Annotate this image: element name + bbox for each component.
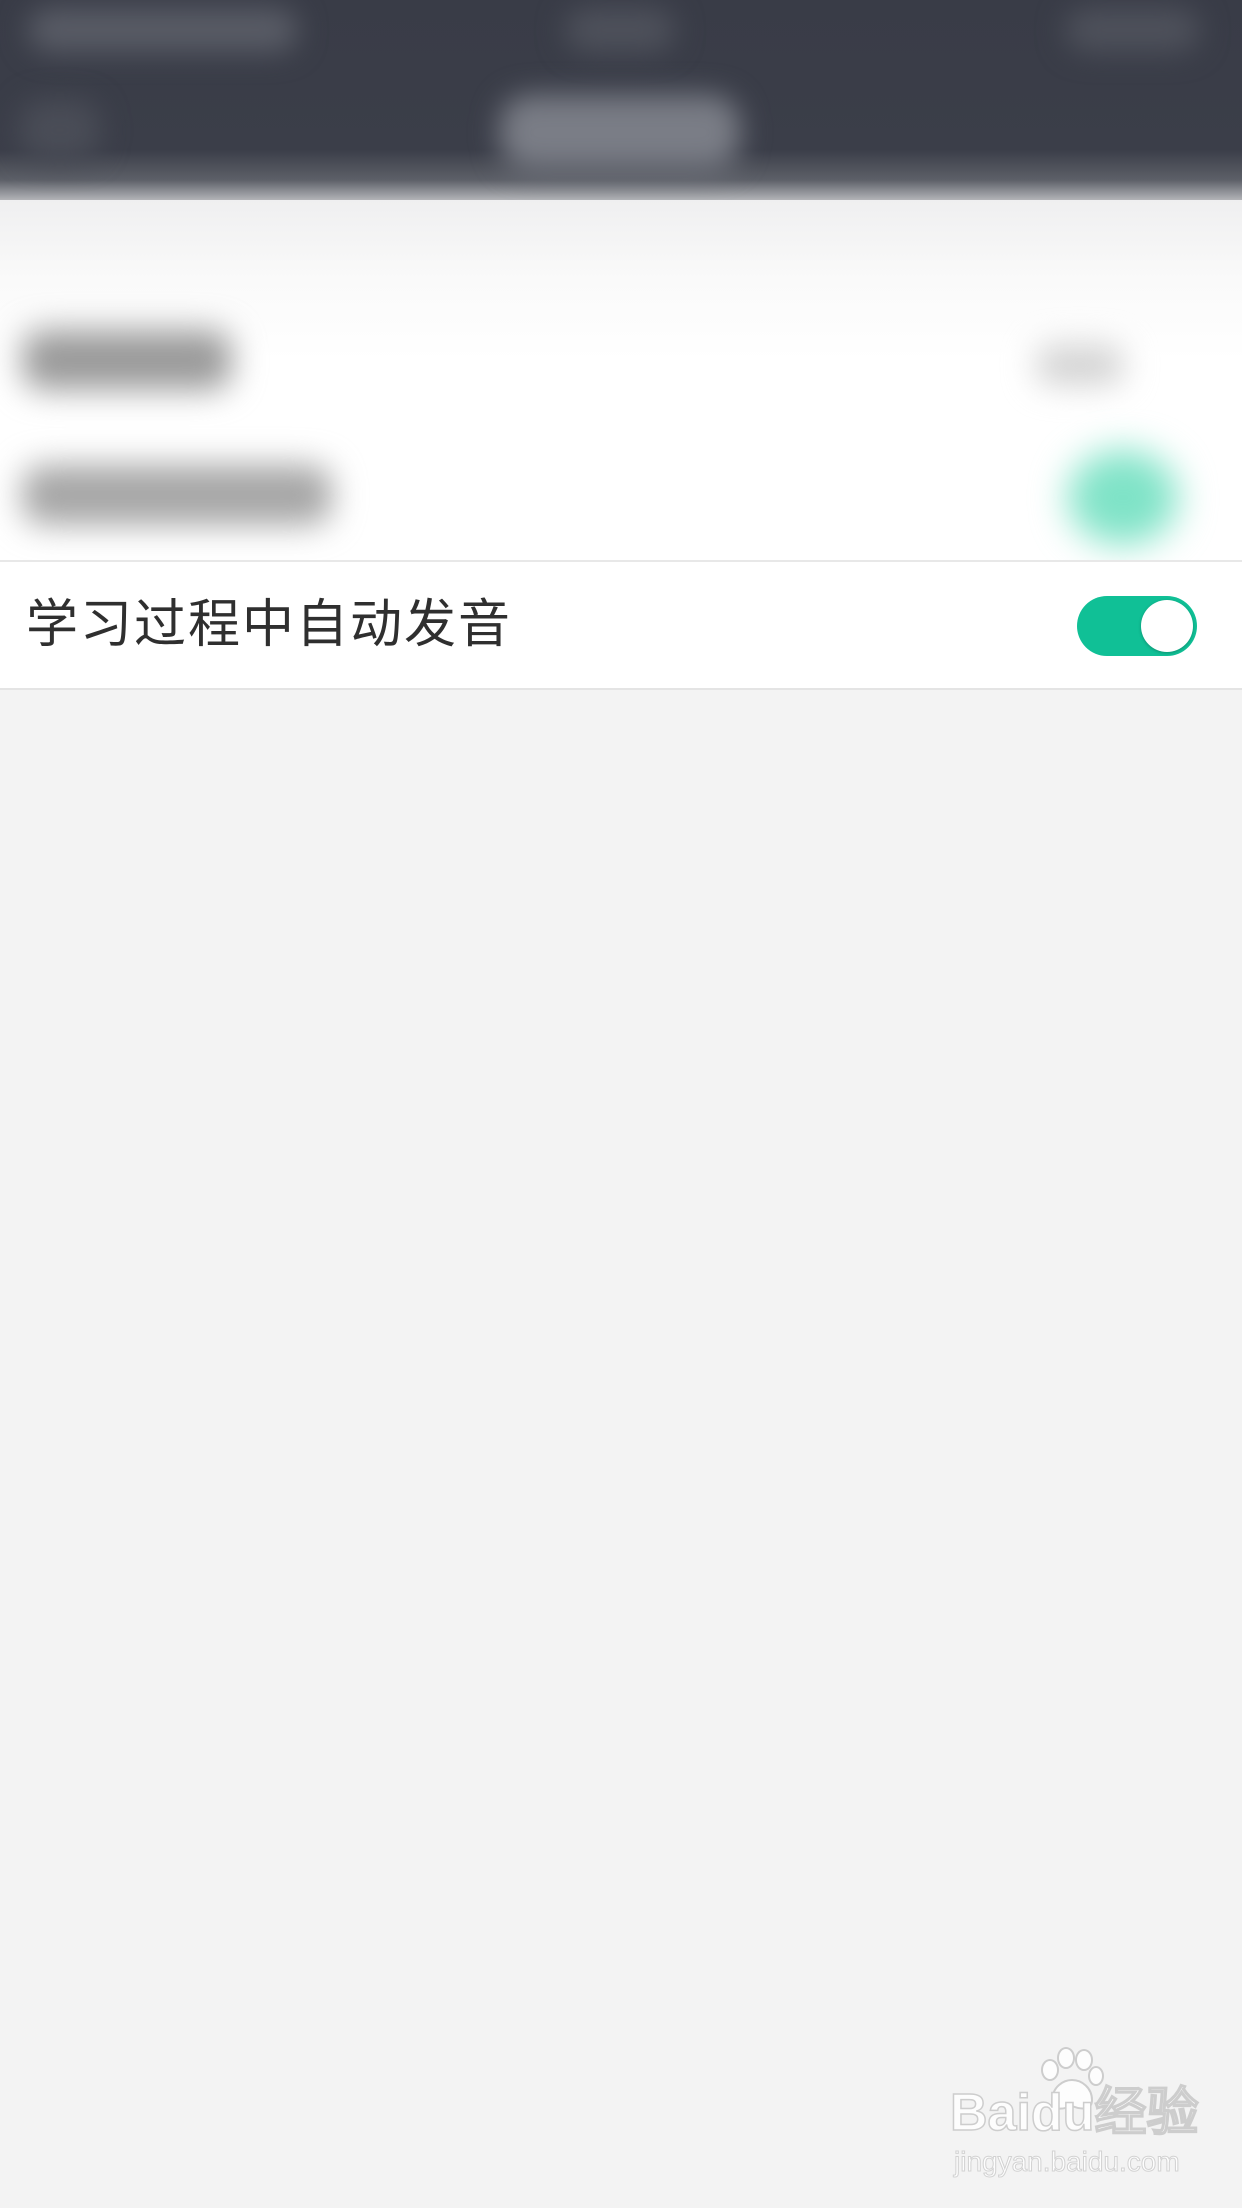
setting-row-auto-pronounce: 学习过程中自动发音 (0, 560, 1242, 690)
baidu-jingyan-watermark: Baidu经验 jingyan.baidu.com (949, 2047, 1199, 2190)
blurred-setting-value-1 (1035, 345, 1125, 385)
toggle-knob (1141, 600, 1193, 652)
watermark-logo-text: Baidu经验 (949, 2083, 1199, 2143)
auto-pronounce-toggle[interactable] (1077, 596, 1197, 656)
blurred-back-button (20, 100, 100, 160)
blurred-settings-list (0, 200, 1242, 560)
blurred-status-left (28, 8, 298, 52)
blurred-status-right (1065, 8, 1200, 52)
blurred-page-title (500, 95, 740, 170)
blurred-setting-label-1 (22, 330, 232, 390)
blurred-navigation-header (0, 0, 1242, 200)
setting-label-auto-pronounce: 学习过程中自动发音 (26, 595, 513, 655)
blurred-toggle-2 (1068, 450, 1178, 545)
blurred-setting-label-2 (22, 465, 332, 525)
watermark-url: jingyan.baidu.com (954, 2146, 1181, 2178)
blurred-status-time (565, 8, 675, 52)
